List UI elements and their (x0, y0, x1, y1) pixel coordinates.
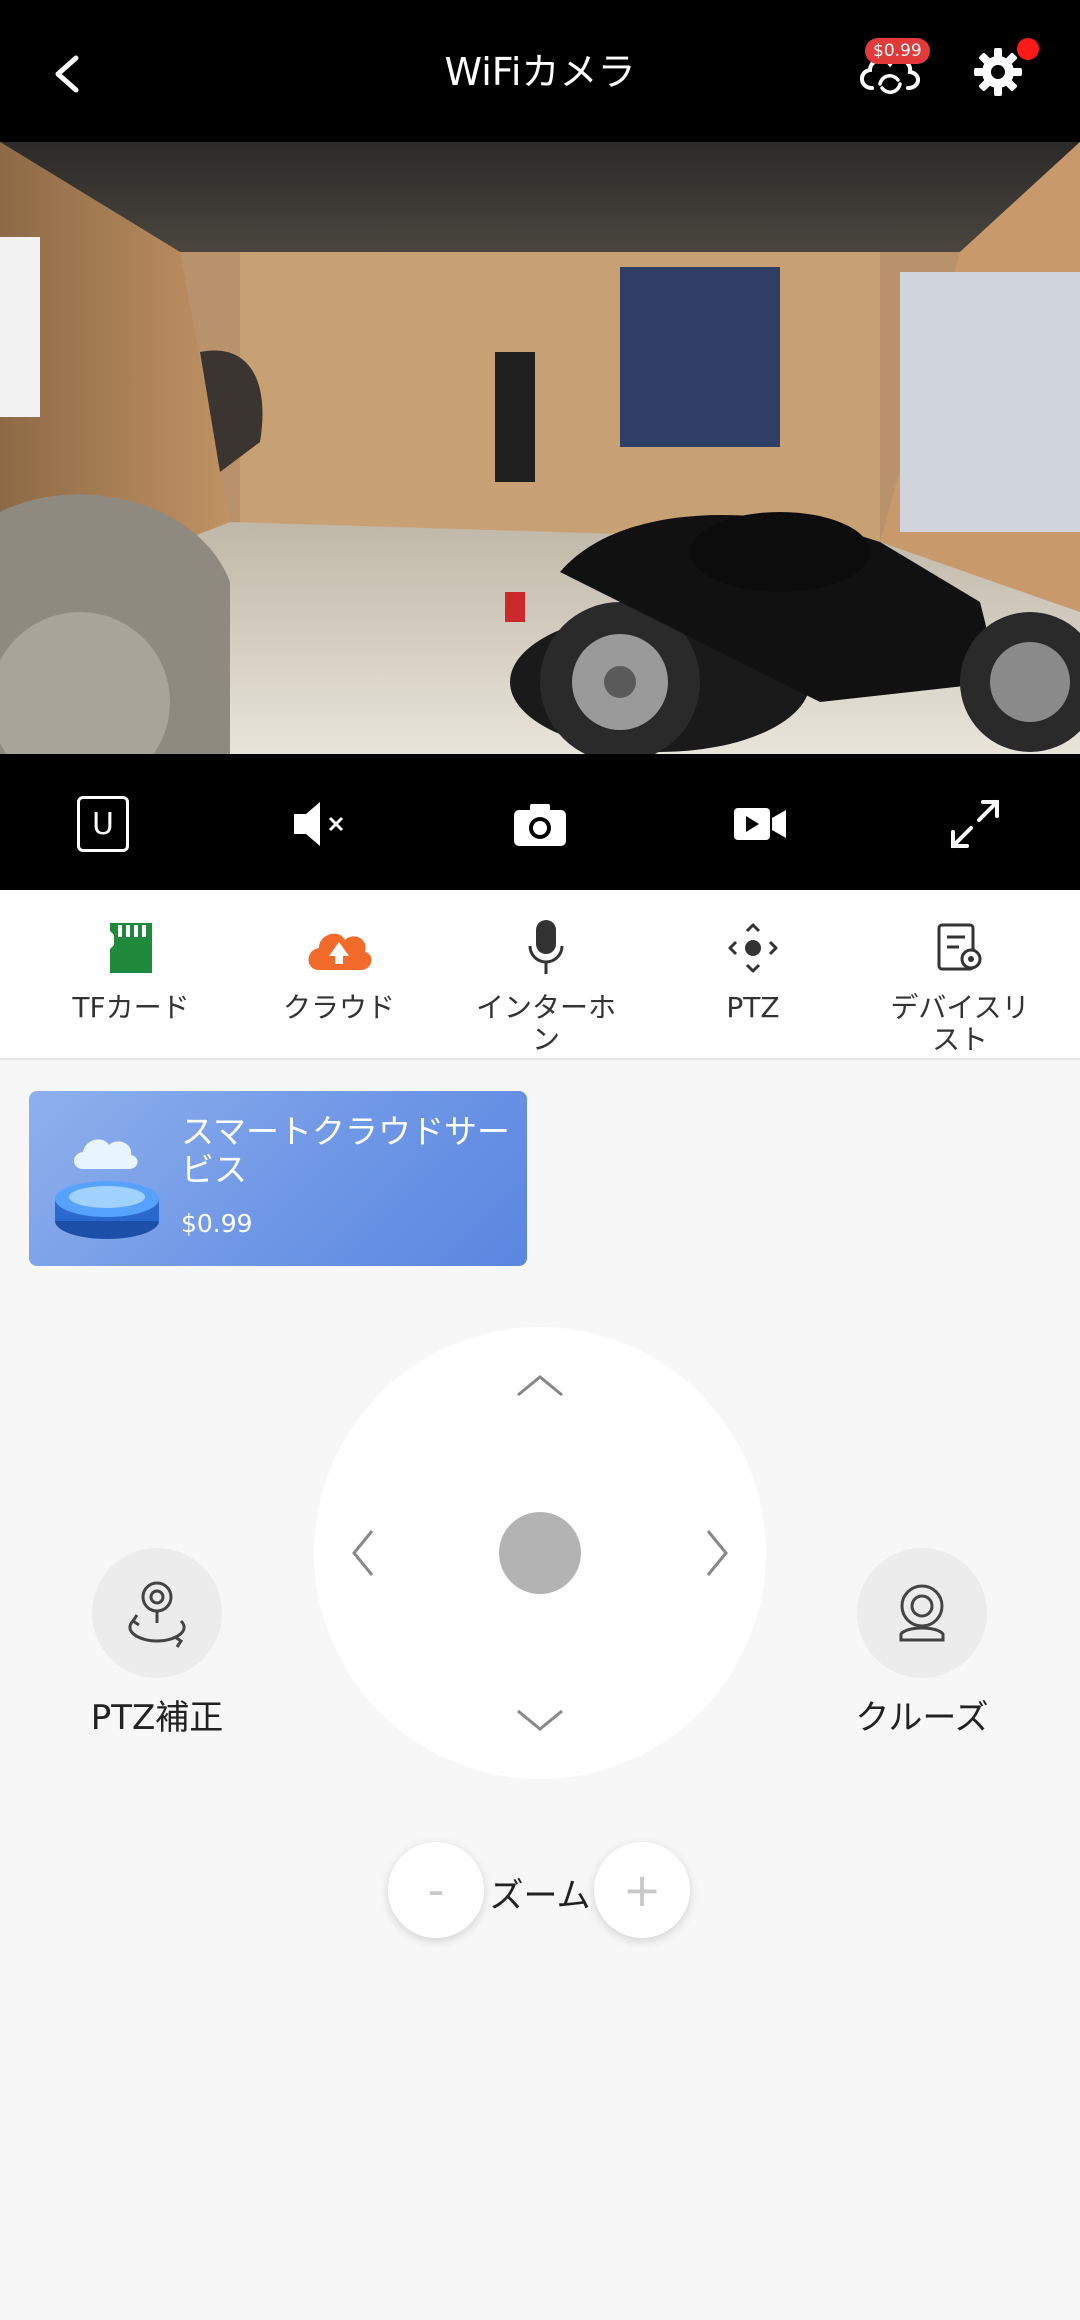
chevron-up-icon (517, 1375, 563, 1397)
feature-label: PTZ (726, 991, 780, 1024)
ptz-calibrate-button[interactable] (92, 1548, 222, 1678)
device-list-icon (937, 923, 982, 971)
camera-snapshot-icon (514, 804, 566, 846)
quality-hd-icon: U (77, 796, 129, 852)
feature-bar: TFカード クラウド インターホン PTZ デバイスリスト (0, 890, 1080, 1060)
top-bar: WiFiカメラ $0.99 (0, 0, 1080, 142)
garage-scene-image (0, 142, 1080, 754)
ptz-left-button[interactable] (328, 1518, 398, 1588)
feature-label: インターホン (475, 991, 616, 1056)
video-record-icon (734, 808, 786, 840)
mute-icon (294, 802, 344, 846)
record-button[interactable] (720, 784, 800, 864)
cruise-label: クルーズ (855, 1698, 989, 1738)
ptz-right-button[interactable] (682, 1518, 752, 1588)
ptz-calibrate-icon (128, 1581, 186, 1648)
smart-cloud-promo-card[interactable]: スマートクラウドサービス $0.99 (29, 1091, 527, 1266)
fullscreen-button[interactable] (935, 784, 1015, 864)
feature-label: クラウド (282, 991, 395, 1024)
chevron-right-icon (706, 1530, 728, 1576)
ptz-calibrate-label: PTZ補正 (90, 1698, 224, 1738)
promo-title: スマートクラウドサービス (181, 1112, 511, 1189)
cloud-upload-icon (308, 933, 372, 970)
cloud-device-illustration (55, 1139, 159, 1239)
feature-device-list[interactable]: デバイスリスト (875, 908, 1045, 1056)
joystick-knob[interactable] (499, 1512, 581, 1594)
ptz-down-button[interactable] (505, 1685, 575, 1755)
zoom-out-button[interactable]: - (388, 1842, 484, 1938)
microphone-icon (528, 920, 564, 974)
chevron-left-icon (352, 1530, 374, 1576)
feature-ptz[interactable]: PTZ (668, 908, 838, 1024)
feature-label: TFカード (72, 991, 190, 1024)
zoom-in-button[interactable]: + (594, 1842, 690, 1938)
ptz-joystick[interactable] (314, 1327, 766, 1779)
mute-button[interactable] (280, 784, 360, 864)
chevron-left-icon (55, 55, 79, 93)
feature-cloud[interactable]: クラウド (254, 908, 424, 1024)
feature-tf-card[interactable]: TFカード (46, 908, 216, 1024)
chevron-down-icon (517, 1709, 563, 1731)
cruise-button[interactable] (857, 1548, 987, 1678)
live-video-feed[interactable] (0, 142, 1080, 754)
feature-label: デバイスリスト (890, 991, 1030, 1056)
price-badge: $0.99 (865, 38, 930, 64)
cruise-camera-icon (899, 1584, 945, 1642)
back-button[interactable] (40, 38, 104, 110)
ptz-up-button[interactable] (505, 1351, 575, 1421)
feature-intercom[interactable]: インターホン (461, 908, 631, 1056)
notification-dot (1017, 38, 1039, 60)
ptz-direction-icon (728, 923, 778, 973)
snapshot-button[interactable] (500, 784, 580, 864)
quality-toggle-button[interactable]: U (63, 784, 143, 864)
zoom-label: ズーム (489, 1876, 591, 1916)
sd-card-icon (110, 923, 152, 973)
player-controls: U (0, 754, 1080, 890)
promo-price: $0.99 (181, 1209, 253, 1238)
fullscreen-icon (951, 800, 999, 848)
